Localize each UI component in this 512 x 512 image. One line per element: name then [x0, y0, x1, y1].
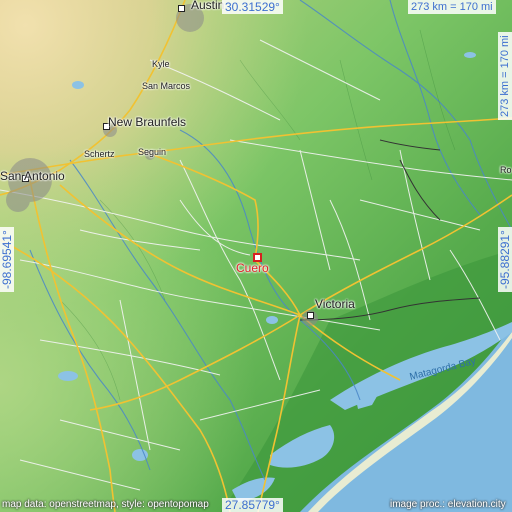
credit-map-data: map data: openstreetmap, style: opentopo…: [2, 499, 209, 510]
city-label-kyle: Kyle: [152, 59, 170, 69]
city-label-san-antonio: San Antonio: [0, 169, 65, 183]
credit-image-proc: image proc.: elevation.city: [390, 499, 506, 510]
lake: [464, 52, 476, 58]
city-marker-victoria[interactable]: [307, 312, 314, 319]
city-label-victoria: Victoria: [315, 297, 355, 311]
city-label-seguin: Seguin: [138, 147, 167, 157]
coord-right: -95.88291°: [498, 227, 512, 292]
scale-vertical: 273 km = 170 mi: [498, 32, 512, 120]
elevation-map: Austin Kyle San Marcos New Braunfels Sch…: [0, 0, 512, 512]
coord-left: -98.69541°: [0, 227, 14, 292]
city-label-schertz: Schertz: [84, 149, 115, 159]
city-marker-austin[interactable]: [178, 5, 185, 12]
coord-top: 30.31529°: [222, 0, 283, 14]
city-label-austin: Austin: [191, 0, 225, 12]
lake: [72, 81, 84, 89]
lake: [266, 316, 278, 324]
city-label-new-braunfels: New Braunfels: [108, 115, 187, 129]
coord-bottom: 27.85779°: [222, 498, 283, 512]
city-label-san-marcos: San Marcos: [142, 81, 191, 91]
target-city-label: Cuero: [236, 261, 269, 275]
scale-horizontal: 273 km = 170 mi: [408, 0, 496, 14]
lake: [58, 371, 78, 381]
city-label-ro: Ro: [500, 165, 512, 175]
